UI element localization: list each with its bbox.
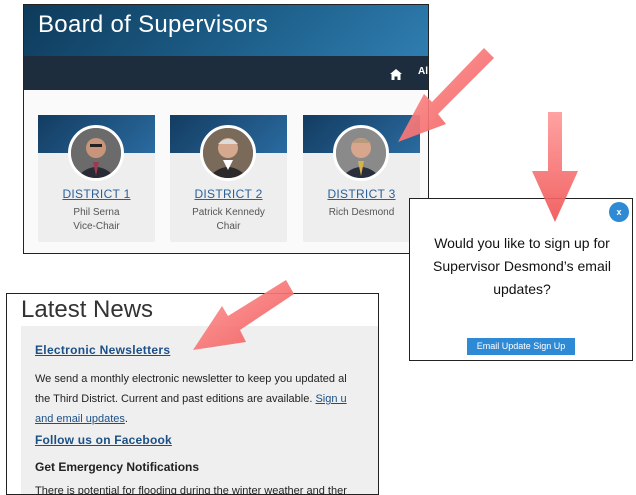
email-signup-button[interactable]: Email Update Sign Up bbox=[467, 338, 575, 355]
district-link-2[interactable]: DISTRICT 2 bbox=[170, 187, 287, 201]
news-title: Latest News bbox=[21, 296, 154, 323]
district-card-2[interactable]: DISTRICT 2 Patrick Kennedy Chair bbox=[170, 115, 287, 242]
emergency-paragraph: There is potential for flooding during t… bbox=[35, 485, 347, 495]
paragraph-line-2-text: the Third District. Current and past edi… bbox=[35, 393, 316, 405]
newsletters-link[interactable]: Electronic Newsletters bbox=[35, 343, 170, 357]
paragraph-line-1: We send a monthly electronic newsletter … bbox=[35, 373, 347, 385]
nav-item-all[interactable]: Al bbox=[418, 66, 428, 77]
board-header: Board of Supervisors bbox=[24, 5, 428, 56]
facebook-link[interactable]: Follow us on Facebook bbox=[35, 433, 172, 447]
signup-link-start[interactable]: Sign u bbox=[315, 393, 346, 405]
page-title: Board of Supervisors bbox=[38, 11, 269, 38]
district-card-3[interactable]: DISTRICT 3 Rich Desmond bbox=[303, 115, 420, 242]
newsletter-paragraph: We send a monthly electronic newsletter … bbox=[35, 369, 378, 429]
paragraph-line-2: the Third District. Current and past edi… bbox=[35, 389, 378, 409]
supervisor-name-2: Patrick Kennedy bbox=[192, 207, 265, 218]
home-icon[interactable] bbox=[390, 67, 402, 80]
popup-message: Would you like to sign up for Supervisor… bbox=[433, 235, 611, 297]
email-signup-popup: x Would you like to sign up for Supervis… bbox=[409, 198, 633, 361]
district-card-1[interactable]: DISTRICT 1 Phil Serna Vice-Chair bbox=[38, 115, 155, 242]
emergency-heading: Get Emergency Notifications bbox=[35, 460, 200, 474]
district-link-3[interactable]: DISTRICT 3 bbox=[303, 187, 420, 201]
board-panel: Board of Supervisors Al DISTRICT 1 Phil … bbox=[23, 4, 429, 254]
supervisor-name-1: Phil Serna bbox=[73, 207, 120, 218]
supervisor-photo-3 bbox=[333, 125, 389, 181]
paragraph-line-3: and email updates. bbox=[35, 409, 378, 429]
district-link-1[interactable]: DISTRICT 1 bbox=[38, 187, 155, 201]
supervisor-name-3: Rich Desmond bbox=[328, 207, 395, 218]
news-body: Electronic Newsletters We send a monthly… bbox=[21, 326, 378, 495]
close-button[interactable]: x bbox=[609, 202, 629, 222]
paragraph-line-3-end: . bbox=[124, 413, 128, 425]
signup-link-end[interactable]: and email updates bbox=[35, 413, 125, 425]
supervisor-role-2: Chair bbox=[216, 221, 241, 232]
supervisor-role-1: Vice-Chair bbox=[73, 221, 120, 232]
main-nav: Al bbox=[24, 56, 428, 90]
supervisor-photo-1 bbox=[68, 125, 124, 181]
supervisor-photo-2 bbox=[200, 125, 256, 181]
news-panel: Latest News Electronic Newsletters We se… bbox=[6, 293, 379, 495]
